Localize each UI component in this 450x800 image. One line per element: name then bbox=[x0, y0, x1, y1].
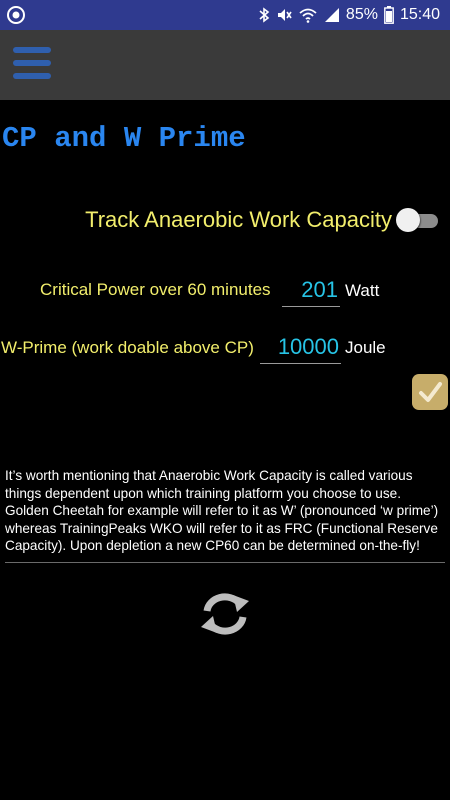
clock: 15:40 bbox=[399, 6, 440, 23]
info-text: It’s worth mentioning that Anaerobic Wor… bbox=[5, 468, 439, 553]
w-prime-label: W-Prime (work doable above CP) bbox=[1, 338, 254, 357]
checkmark-icon bbox=[419, 382, 442, 402]
mute-icon bbox=[276, 7, 292, 23]
toggle-label: Track Anaerobic Work Capacity bbox=[85, 207, 392, 232]
status-icons: 85% 15:40 bbox=[258, 0, 440, 30]
battery-icon bbox=[384, 6, 394, 24]
status-bar: 85% 15:40 bbox=[0, 0, 450, 30]
refresh-button[interactable] bbox=[196, 590, 254, 638]
app-status-icon bbox=[6, 5, 26, 25]
page-title: CP and W Prime bbox=[2, 122, 246, 155]
w-prime-unit: Joule bbox=[345, 338, 386, 357]
divider bbox=[5, 562, 445, 563]
anaerobic-capacity-toggle[interactable] bbox=[394, 207, 440, 233]
hamburger-menu-icon[interactable] bbox=[13, 45, 53, 85]
critical-power-input[interactable] bbox=[282, 276, 340, 307]
refresh-icon bbox=[201, 593, 249, 635]
confirm-button[interactable] bbox=[412, 374, 448, 410]
battery-percent: 85% bbox=[345, 6, 378, 23]
signal-icon bbox=[324, 7, 340, 23]
toggle-thumb bbox=[396, 208, 420, 232]
critical-power-unit: Watt bbox=[345, 281, 380, 300]
app-bar bbox=[0, 30, 450, 100]
w-prime-input[interactable] bbox=[260, 333, 341, 364]
wifi-icon bbox=[298, 7, 318, 23]
bluetooth-icon bbox=[258, 7, 270, 23]
critical-power-label: Critical Power over 60 minutes bbox=[40, 280, 271, 299]
